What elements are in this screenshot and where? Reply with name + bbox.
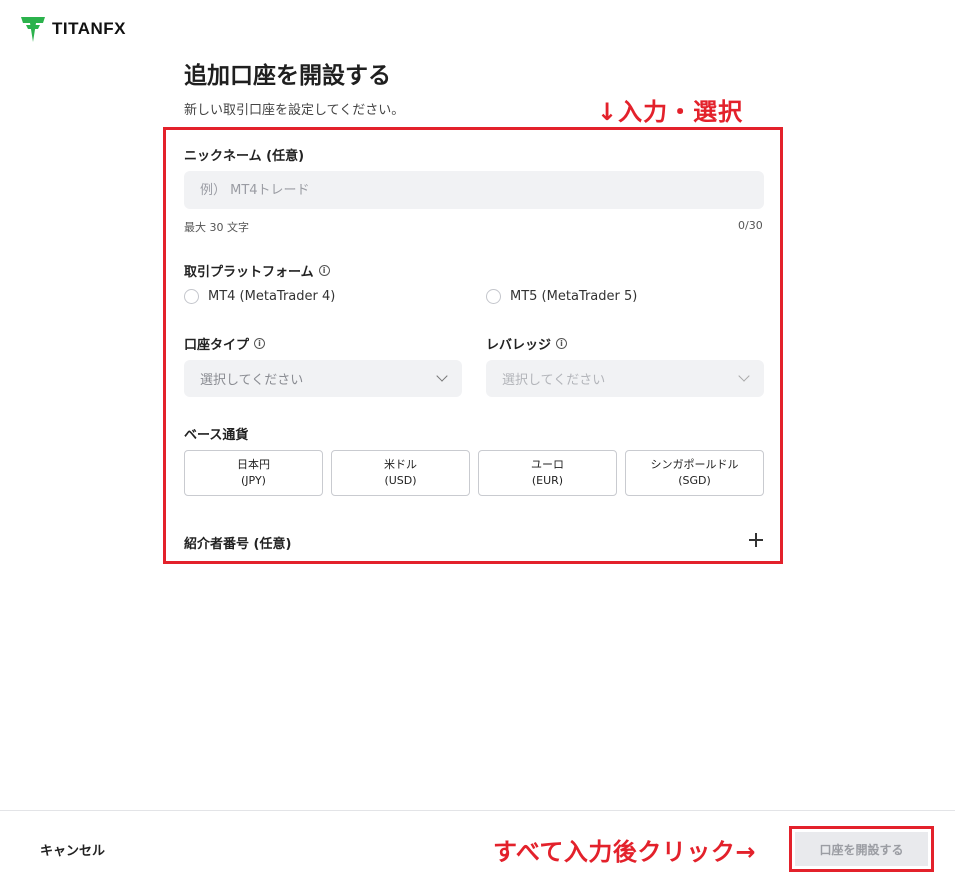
page-title: 追加口座を開設する — [184, 63, 391, 89]
annotation-click-after-input: すべて入力後クリック→ — [493, 838, 756, 866]
submit-highlight-box: 口座を開設する — [789, 826, 934, 872]
nickname-char-counter: 0/30 — [738, 219, 763, 232]
chevron-down-icon — [738, 370, 750, 382]
annotation-input-select: ↓入力・選択 — [597, 98, 744, 126]
currency-name: 米ドル — [384, 458, 417, 471]
account-type-label-text: 口座タイプ — [184, 338, 250, 353]
radio-circle-icon[interactable] — [486, 289, 501, 304]
cancel-button[interactable]: キャンセル — [40, 840, 105, 859]
currency-option-sgd[interactable]: シンガポールドル (SGD) — [625, 450, 764, 496]
plus-icon[interactable] — [749, 533, 763, 547]
platform-label-text: 取引プラットフォーム — [184, 265, 314, 280]
currency-option-eur[interactable]: ユーロ (EUR) — [478, 450, 617, 496]
info-icon[interactable]: i — [556, 338, 568, 349]
leverage-select[interactable]: 選択してください — [486, 360, 764, 397]
referrer-label[interactable]: 紹介者番号 (任意) — [184, 533, 291, 552]
nickname-label-text: ニックネーム (任意) — [184, 149, 305, 164]
footer-divider — [0, 810, 955, 811]
nickname-input[interactable] — [184, 171, 764, 209]
titanfx-shield-icon — [21, 17, 45, 42]
account-type-label: 口座タイプ i — [184, 334, 266, 353]
platform-label: 取引プラットフォーム i — [184, 261, 330, 280]
leverage-label: レバレッジ i — [486, 334, 568, 353]
account-type-select[interactable]: 選択してください — [184, 360, 462, 397]
platform-option-mt5[interactable]: MT5 (MetaTrader 5) — [486, 289, 637, 304]
currency-name: 日本円 — [237, 458, 270, 471]
leverage-label-text: レバレッジ — [486, 338, 552, 353]
account-type-placeholder: 選択してください — [200, 373, 304, 388]
currency-name: シンガポールドル — [650, 458, 739, 471]
currency-code: (JPY) — [241, 474, 266, 487]
platform-option-mt4[interactable]: MT4 (MetaTrader 4) — [184, 289, 335, 304]
open-account-button[interactable]: 口座を開設する — [795, 832, 928, 866]
nickname-label: ニックネーム (任意) — [184, 145, 304, 164]
currency-code: (USD) — [384, 474, 417, 487]
currency-code: (SGD) — [678, 474, 711, 487]
base-currency-label: ベース通貨 — [184, 424, 248, 443]
leverage-placeholder: 選択してください — [502, 373, 606, 388]
base-currency-label-text: ベース通貨 — [184, 428, 249, 443]
brand-name: TITANFX — [52, 19, 127, 38]
currency-code: (EUR) — [531, 474, 564, 487]
currency-option-jpy[interactable]: 日本円 (JPY) — [184, 450, 323, 496]
chevron-down-icon — [436, 370, 448, 382]
currency-option-usd[interactable]: 米ドル (USD) — [331, 450, 470, 496]
info-icon[interactable]: i — [254, 338, 266, 349]
platform-option-label: MT4 (MetaTrader 4) — [208, 289, 336, 304]
currency-name: ユーロ — [531, 458, 564, 471]
nickname-hint: 最大 30 文字 — [184, 221, 249, 234]
titanfx-logo[interactable]: TITANFX — [20, 14, 126, 44]
info-icon[interactable]: i — [318, 265, 330, 276]
platform-option-label: MT5 (MetaTrader 5) — [510, 289, 638, 304]
radio-circle-icon[interactable] — [184, 289, 199, 304]
referrer-label-text: 紹介者番号 (任意) — [184, 537, 292, 552]
page-subtitle: 新しい取引口座を設定してください。 — [184, 103, 405, 118]
